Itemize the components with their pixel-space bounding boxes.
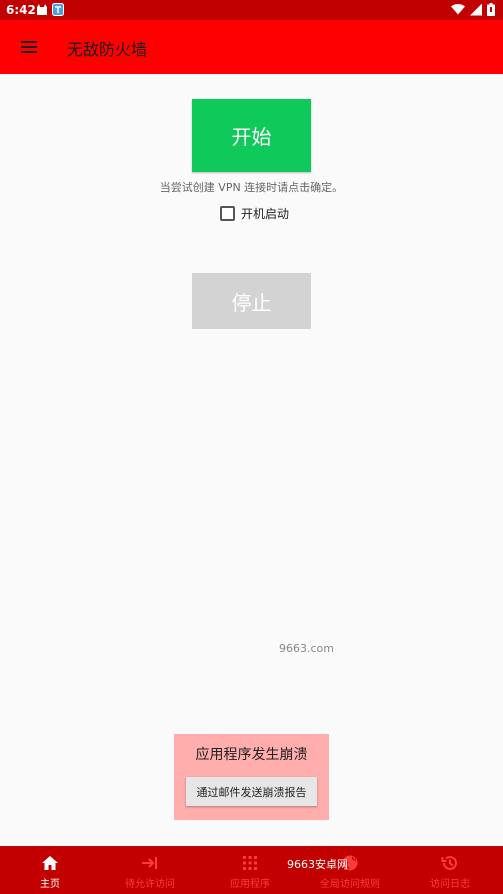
- nav-label: 全局访问规则: [320, 879, 380, 890]
- bottom-nav: 主页 待允许访问 应用程序 全局访问规则 访问日志 9663安卓网: [0, 846, 503, 894]
- nav-item-home[interactable]: 主页: [0, 846, 100, 894]
- wifi-icon: [451, 3, 465, 15]
- app-bar: 无敌防火墙: [0, 20, 503, 74]
- history-icon: [441, 855, 457, 870]
- start-button[interactable]: 开始: [192, 99, 311, 172]
- status-bar: 6:42: [0, 0, 503, 20]
- arrow-right-bar-icon: [142, 857, 157, 869]
- boot-start-row[interactable]: 开机启动: [220, 205, 289, 222]
- boot-start-checkbox[interactable]: [220, 206, 235, 221]
- nav-label: 应用程序: [230, 879, 270, 890]
- home-icon: [42, 856, 58, 870]
- nav-item-pending[interactable]: 待允许访问: [100, 846, 200, 894]
- battery-icon: [487, 3, 495, 16]
- crash-title: 应用程序发生崩溃: [195, 747, 308, 763]
- send-crash-report-button[interactable]: 通过邮件发送崩溃报告: [186, 777, 317, 806]
- notification-app-icon: [52, 3, 64, 16]
- apps-grid-icon: [243, 856, 257, 870]
- stop-button[interactable]: 停止: [192, 273, 311, 329]
- app-title: 无敌防火墙: [67, 40, 148, 59]
- nav-item-apps[interactable]: 应用程序: [200, 846, 300, 894]
- boot-start-label: 开机启动: [241, 207, 290, 221]
- nav-label: 访问日志: [430, 879, 470, 890]
- nav-item-access-log[interactable]: 访问日志: [400, 846, 500, 894]
- nav-label: 主页: [40, 879, 60, 890]
- vpn-hint-text: 当尝试创建 VPN 连接时请点击确定。: [159, 181, 344, 194]
- nav-watermark-text: 9663安卓网: [287, 858, 348, 871]
- notification-cat-icon: [37, 4, 47, 15]
- crash-dialog: 应用程序发生崩溃 通过邮件发送崩溃报告: [174, 734, 329, 820]
- menu-icon[interactable]: [20, 39, 40, 55]
- nav-label: 待允许访问: [125, 879, 175, 890]
- signal-icon: [470, 3, 482, 16]
- status-time: 6:42: [6, 3, 36, 17]
- watermark-text: 9663.com: [279, 642, 334, 655]
